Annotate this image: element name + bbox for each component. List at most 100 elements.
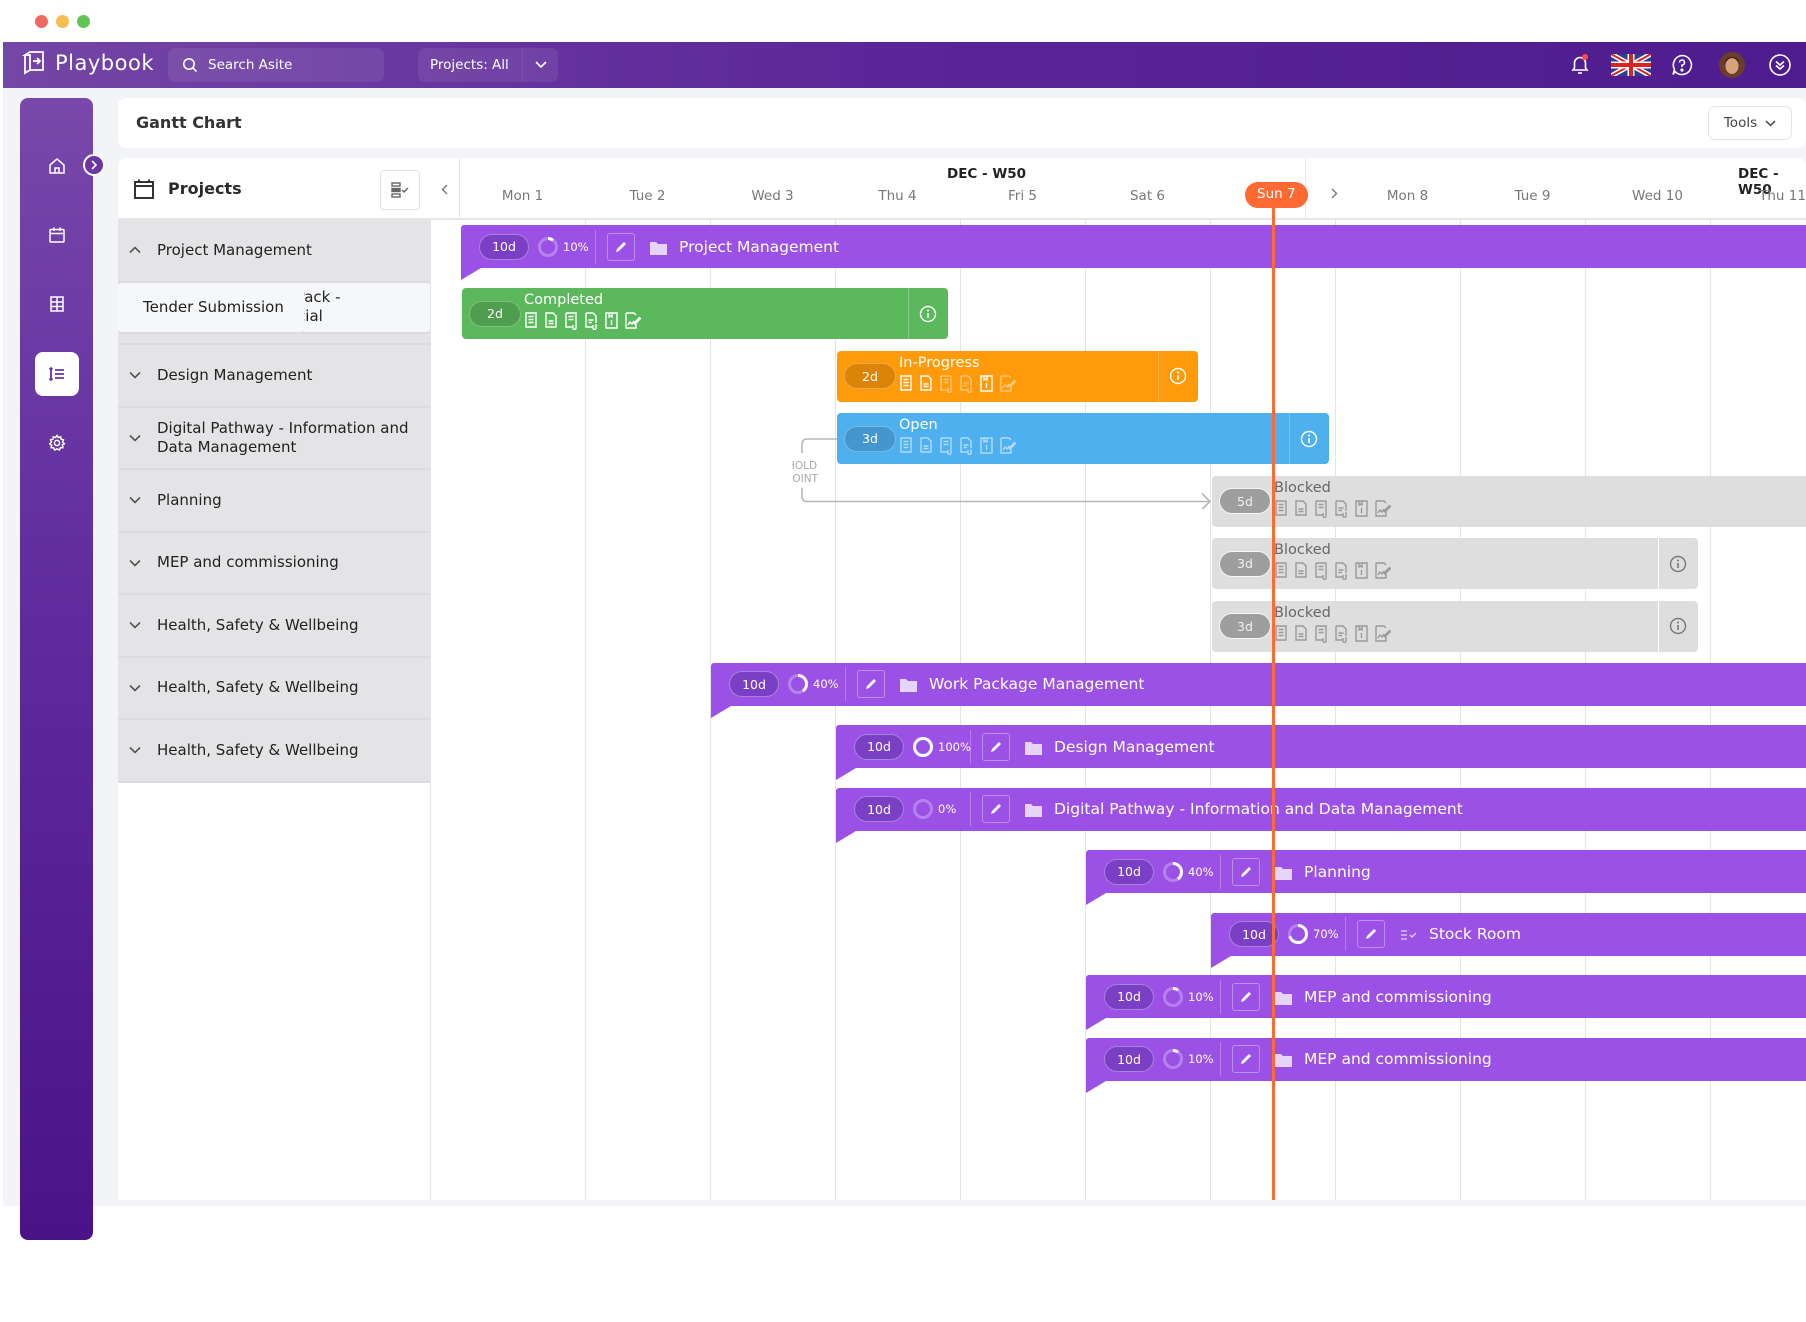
task-bar[interactable]: 2d Completed — [462, 288, 948, 339]
sidebar-item-home[interactable] — [35, 144, 79, 188]
signature-icon[interactable] — [1374, 562, 1391, 580]
edit-button[interactable] — [607, 232, 635, 261]
group-row[interactable]: Digital Pathway - Information and Data M… — [118, 407, 430, 470]
chevron-down-icon[interactable] — [128, 681, 142, 695]
document-icon[interactable] — [1294, 624, 1311, 643]
group-bar[interactable]: 10d 10% MEP and commissioning — [1086, 975, 1806, 1030]
sidebar-item-gantt[interactable] — [35, 352, 79, 396]
window-close-button[interactable] — [35, 15, 48, 28]
edit-button[interactable] — [1232, 1045, 1260, 1073]
form-attach-icon[interactable] — [939, 437, 956, 455]
group-bar[interactable]: 10d 100% Design Management — [836, 725, 1806, 780]
task-bar[interactable]: 5d Blocked — [1212, 475, 1806, 527]
form-icon[interactable] — [899, 437, 916, 455]
chevron-down-icon[interactable] — [128, 556, 142, 570]
form-attach-icon[interactable] — [1314, 562, 1331, 580]
signature-icon[interactable] — [1374, 624, 1391, 643]
search-input[interactable]: Search Asite — [168, 48, 384, 82]
chevron-down-icon[interactable] — [128, 618, 142, 632]
group-row[interactable]: Design Management — [118, 345, 430, 408]
info-icon[interactable] — [1300, 430, 1318, 448]
signature-icon[interactable] — [999, 437, 1016, 455]
group-row[interactable]: Health, Safety & Wellbeing — [118, 720, 430, 783]
notifications-button[interactable] — [1567, 52, 1593, 78]
task-info-button[interactable] — [1657, 600, 1698, 652]
group-bar[interactable]: 10d 10% Project Management — [461, 225, 1806, 280]
task-bar[interactable]: 3d Open — [837, 413, 1329, 464]
task-info-button[interactable] — [1657, 538, 1698, 589]
document-icon[interactable] — [1294, 562, 1311, 580]
document-icon[interactable] — [1294, 499, 1311, 518]
project-selector[interactable]: Projects: All — [418, 48, 558, 82]
document-icon[interactable] — [544, 312, 561, 330]
edit-button[interactable] — [1232, 982, 1260, 1011]
edit-button[interactable] — [1357, 920, 1385, 948]
group-bar[interactable]: 10d 40% Planning — [1086, 850, 1806, 905]
document-attach-icon[interactable] — [584, 312, 601, 330]
document-attach-icon[interactable] — [1334, 562, 1351, 580]
timeline-prev-button[interactable] — [430, 158, 460, 220]
form-attach-icon[interactable] — [1314, 499, 1331, 518]
group-row[interactable]: Project Management — [118, 220, 430, 283]
form-icon[interactable] — [524, 312, 541, 330]
sidebar-item-building[interactable] — [35, 282, 79, 326]
form-icon[interactable] — [1274, 562, 1291, 580]
column-config-button[interactable] — [380, 170, 420, 210]
form-icon[interactable] — [1274, 499, 1291, 518]
info-doc-icon[interactable] — [979, 374, 996, 393]
task-info-button[interactable] — [1157, 350, 1198, 402]
document-attach-icon[interactable] — [959, 437, 976, 455]
chevron-down-icon[interactable] — [128, 493, 142, 507]
brand-logo[interactable]: Playbook — [21, 50, 154, 76]
form-attach-icon[interactable] — [564, 312, 581, 330]
form-icon[interactable] — [899, 374, 916, 393]
task-info-button[interactable] — [1288, 413, 1329, 464]
edit-button[interactable] — [857, 670, 885, 698]
group-row[interactable]: Planning — [118, 470, 430, 533]
task-row[interactable]: Tender Submission — [118, 282, 304, 334]
sidebar-item-settings[interactable] — [35, 421, 79, 465]
signature-icon[interactable] — [624, 312, 641, 330]
signature-icon[interactable] — [999, 374, 1016, 393]
timeline-next-button[interactable] — [1331, 184, 1338, 203]
info-doc-icon[interactable] — [979, 437, 996, 455]
form-attach-icon[interactable] — [939, 374, 956, 393]
document-icon[interactable] — [919, 374, 936, 393]
group-bar[interactable]: 10d 0% Digital Pathway - Information and D… — [836, 787, 1806, 843]
task-bar[interactable]: 3d Blocked — [1212, 538, 1698, 589]
chevron-up-icon[interactable] — [128, 243, 142, 257]
group-bar[interactable]: 10d 70% Stock Room — [1211, 912, 1806, 968]
info-icon[interactable] — [919, 305, 937, 323]
group-row[interactable]: Health, Safety & Wellbeing — [118, 657, 430, 720]
document-attach-icon[interactable] — [959, 374, 976, 393]
info-doc-icon[interactable] — [1354, 562, 1371, 580]
task-bar[interactable]: 2d In-Progress — [837, 350, 1198, 402]
signature-icon[interactable] — [1374, 499, 1391, 518]
document-attach-icon[interactable] — [1334, 499, 1351, 518]
chevron-down-icon[interactable] — [128, 431, 142, 445]
window-maximize-button[interactable] — [77, 15, 90, 28]
window-minimize-button[interactable] — [56, 15, 69, 28]
help-button[interactable] — [1669, 52, 1695, 78]
info-icon[interactable] — [1669, 555, 1687, 573]
chevron-down-icon[interactable] — [128, 368, 142, 382]
language-selector[interactable] — [1611, 52, 1651, 78]
info-doc-icon[interactable] — [1354, 499, 1371, 518]
group-bar[interactable]: 10d 10% MEP and commissioning — [1086, 1037, 1806, 1093]
sidebar-toggle-button[interactable] — [83, 154, 105, 176]
expand-menu-button[interactable] — [1767, 52, 1793, 78]
info-icon[interactable] — [1169, 367, 1187, 385]
edit-button[interactable] — [982, 732, 1010, 761]
group-bar[interactable]: 10d 40% Work Package Management — [711, 662, 1806, 718]
info-doc-icon[interactable] — [604, 312, 621, 330]
document-icon[interactable] — [919, 437, 936, 455]
group-row[interactable]: MEP and commissioning — [118, 532, 430, 595]
project-selector-dropdown[interactable] — [522, 48, 558, 82]
info-doc-icon[interactable] — [1354, 624, 1371, 643]
edit-button[interactable] — [982, 795, 1010, 823]
sidebar-item-calendar[interactable] — [35, 213, 79, 257]
edit-button[interactable] — [1232, 857, 1260, 886]
chevron-down-icon[interactable] — [128, 743, 142, 757]
tools-dropdown[interactable]: Tools — [1708, 106, 1792, 140]
group-row[interactable]: Health, Safety & Wellbeing — [118, 595, 430, 658]
